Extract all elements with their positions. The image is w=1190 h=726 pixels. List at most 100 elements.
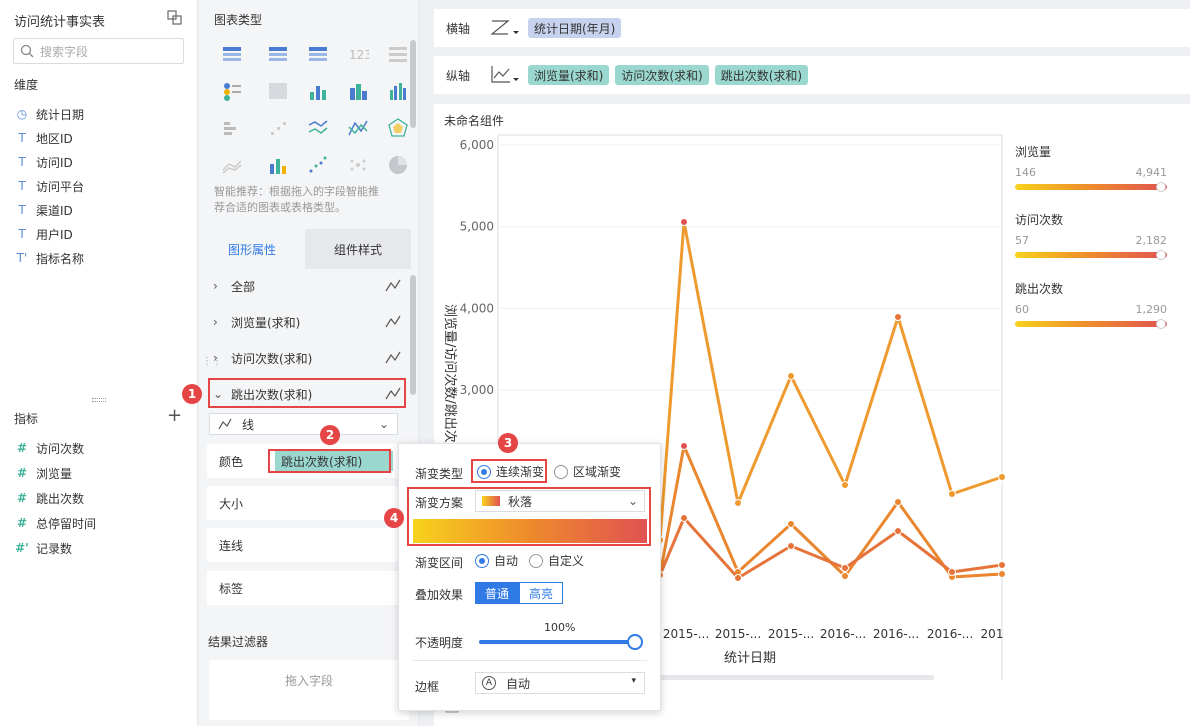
y-axis-type-icon[interactable] — [488, 64, 522, 86]
y-tick-label: 6,000 — [460, 138, 494, 152]
auto-border-icon: A — [482, 676, 496, 690]
y-axis-field-pill[interactable]: 访问次数(求和) — [615, 65, 709, 85]
measure-field[interactable]: # 浏览量 — [14, 462, 72, 484]
filter-drop-zone[interactable]: 拖入字段 — [209, 660, 409, 720]
line-chart-icon — [385, 279, 401, 292]
prop-all[interactable]: › 全部 — [207, 271, 409, 301]
data-point — [894, 527, 902, 535]
measure-field[interactable]: #' 记录数 — [14, 537, 72, 559]
legend-handle[interactable] — [1156, 319, 1166, 329]
combo-bar-icon[interactable] — [267, 154, 289, 176]
radar-icon[interactable] — [387, 117, 409, 139]
x-axis-field-pill[interactable]: 统计日期(年月) — [528, 18, 622, 38]
add-measure-button[interactable]: + — [167, 405, 182, 426]
gradient-popup: 渐变类型 连续渐变 区域渐变 渐变方案 秋落 ⌄ 渐变区间 自动 自定义 叠加效… — [398, 443, 661, 711]
chevron-right-icon: › — [213, 279, 218, 293]
kpi-number-icon[interactable]: 123 — [347, 43, 369, 65]
y-axis-field-pill[interactable]: 浏览量(求和) — [528, 65, 610, 85]
data-point — [841, 572, 849, 580]
y-axis-field-pill[interactable]: 跳出次数(求和) — [714, 65, 809, 85]
measure-heading: 指标 — [14, 412, 39, 426]
properties-scrollbar[interactable] — [410, 275, 416, 395]
legend-handle[interactable] — [1156, 182, 1166, 192]
label-section[interactable]: 标签 — [207, 571, 401, 605]
bubble-icon[interactable] — [347, 154, 369, 176]
chart-scrollbar — [660, 675, 934, 680]
overlay-normal-button[interactable]: 普通 — [475, 582, 519, 604]
line-chart-icon[interactable] — [307, 117, 329, 139]
dimension-field[interactable]: T' 指标名称 — [14, 247, 84, 269]
legend-max: 4,941 — [1135, 166, 1168, 179]
radio-area[interactable]: 区域渐变 — [554, 463, 621, 480]
dimension-field[interactable]: T 访问ID — [14, 151, 72, 173]
x-axis-type-icon[interactable] — [488, 17, 522, 39]
measure-field[interactable]: # 访问次数 — [14, 437, 84, 459]
color-grid-icon[interactable] — [221, 80, 243, 102]
table-icon[interactable] — [221, 43, 243, 65]
detail-table-icon[interactable] — [307, 43, 329, 65]
size-section[interactable]: 大小 — [207, 486, 401, 520]
chevron-down-icon: ⌄ — [378, 417, 389, 431]
measure-field[interactable]: # 跳出次数 — [14, 487, 84, 509]
resize-handle[interactable] — [92, 398, 106, 402]
drag-handle-icon[interactable]: ⋮⋮ — [202, 356, 222, 367]
heatmap-icon[interactable] — [267, 80, 289, 102]
data-point — [998, 473, 1006, 481]
dimension-field[interactable]: T 渠道ID — [14, 199, 73, 221]
bar-chart-icon[interactable] — [347, 80, 369, 102]
prop-visits[interactable]: › 访问次数(求和) — [207, 343, 409, 373]
matrix-icon[interactable] — [221, 117, 243, 139]
peak-point — [894, 313, 902, 321]
text-field-icon: T — [18, 227, 26, 241]
x-axis-label: 横轴 — [446, 21, 471, 36]
tab-graphic-properties[interactable]: 图形属性 — [199, 229, 305, 269]
chart-type-scrollbar[interactable] — [410, 40, 416, 128]
data-point — [734, 499, 742, 507]
area-icon[interactable] — [221, 154, 243, 176]
switch-table-icon[interactable] — [167, 10, 183, 26]
color-label: 颜色 — [219, 454, 244, 469]
radio-custom[interactable]: 自定义 — [529, 552, 584, 569]
border-select[interactable]: A 自动 ▾ — [475, 672, 645, 694]
tab-component-style[interactable]: 组件样式 — [305, 229, 411, 269]
opacity-label: 不透明度 — [415, 636, 464, 650]
search-placeholder: 搜索字段 — [40, 44, 89, 59]
stacked-bar-icon[interactable] — [307, 80, 329, 102]
table-title: 访问统计事实表 — [14, 15, 106, 30]
dimension-field[interactable]: T 用户ID — [14, 223, 72, 245]
opacity-slider-knob[interactable] — [627, 634, 643, 650]
dimension-field[interactable]: T 地区ID — [14, 127, 72, 149]
text-table-icon[interactable] — [387, 43, 409, 65]
peak-point — [680, 442, 688, 450]
legend-gradient-bar — [1015, 184, 1167, 190]
legend-gradient-bar — [1015, 321, 1167, 327]
connect-section[interactable]: 连线 — [207, 528, 401, 562]
pie-icon[interactable] — [387, 154, 409, 176]
legend-handle[interactable] — [1156, 250, 1166, 260]
y-tick-label: 4,000 — [460, 301, 494, 315]
cross-table-icon[interactable] — [267, 43, 289, 65]
y-tick-label: 3,000 — [460, 383, 494, 397]
line-type-select[interactable]: 线 ⌄ — [209, 413, 398, 435]
y-tick-label: 5,000 — [460, 220, 494, 234]
field-label: 渠道ID — [36, 203, 73, 218]
field-label: 访问次数 — [36, 441, 85, 456]
grouped-bar-icon[interactable] — [387, 80, 409, 102]
dimension-field[interactable]: ◷ 统计日期 — [14, 103, 84, 125]
custom-label: 自定义 — [548, 554, 585, 568]
data-point — [787, 542, 795, 550]
y-axis-label: 纵轴 — [446, 68, 471, 83]
measure-field[interactable]: # 总停留时间 — [14, 512, 96, 534]
prop-pageviews[interactable]: › 浏览量(求和) — [207, 307, 409, 337]
dimension-field[interactable]: T 访问平台 — [14, 175, 84, 197]
search-input[interactable]: 搜索字段 — [13, 38, 184, 64]
opacity-slider[interactable] — [479, 640, 635, 644]
scatter-icon[interactable] — [307, 154, 329, 176]
overlay-highlight-button[interactable]: 高亮 — [519, 582, 563, 604]
svg-text:123: 123 — [349, 48, 369, 62]
scatter-small-icon[interactable] — [267, 117, 289, 139]
line-multi-icon[interactable] — [347, 117, 369, 139]
number-field-icon: # — [16, 441, 28, 455]
size-label: 大小 — [219, 496, 244, 511]
radio-auto[interactable]: 自动 — [475, 552, 518, 569]
